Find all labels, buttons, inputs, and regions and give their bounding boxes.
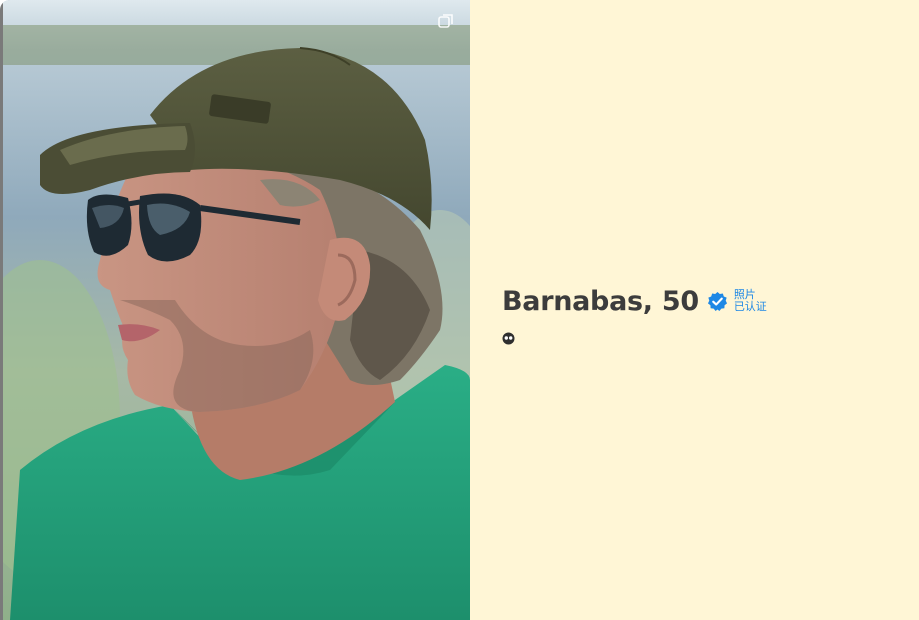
photo-verified-line2: 已认证 [733, 300, 767, 313]
profile-name-row: Barnabas, 50 照片 已认证 [502, 283, 767, 319]
expand-icon[interactable] [437, 12, 455, 30]
profile-photo[interactable] [0, 0, 470, 620]
card-left-edge [0, 0, 3, 620]
verified-check-icon [707, 291, 728, 312]
profile-name-age: Barnabas, 50 [502, 285, 699, 317]
profile-info-panel: Barnabas, 50 照片 已认证 [470, 0, 919, 620]
profile-card: Barnabas, 50 照片 已认证 [0, 0, 919, 620]
profile-photo-image [0, 0, 470, 620]
face-mask-icon [502, 332, 515, 345]
photo-verified-label[interactable]: 照片 已认证 [734, 289, 767, 313]
